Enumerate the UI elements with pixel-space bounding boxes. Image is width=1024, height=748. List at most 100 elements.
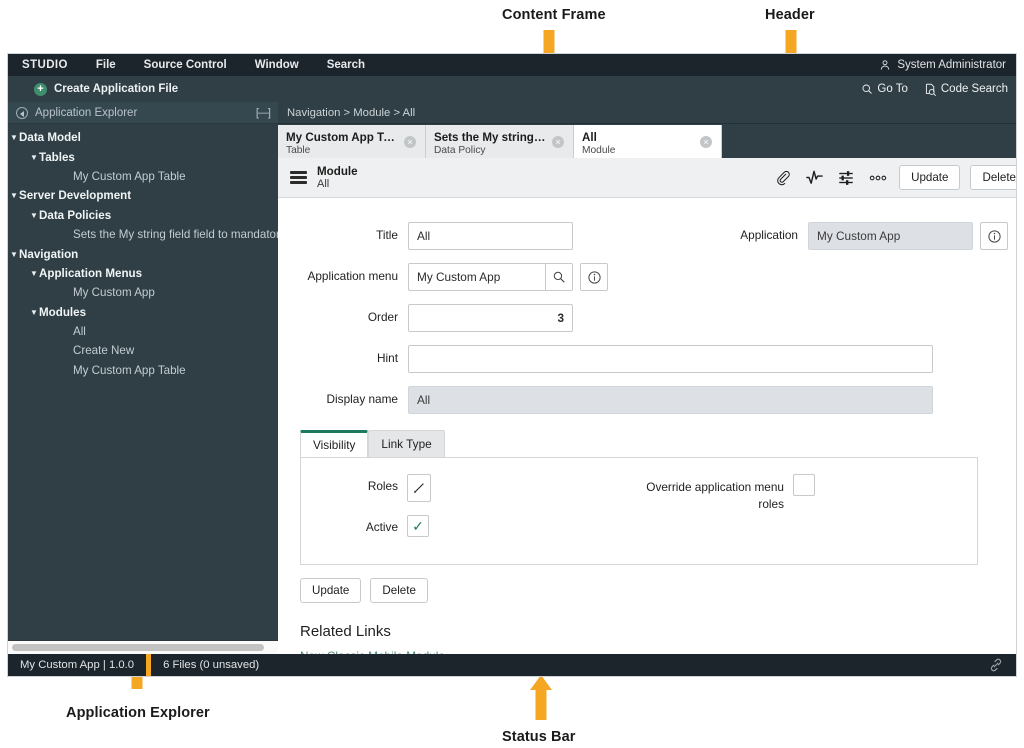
form-scroll-area: Title All Application My Custom App — [278, 198, 1016, 654]
application-explorer-panel: Application Explorer [—] ▼Data Model▼Tab… — [8, 102, 278, 654]
create-application-file-button[interactable]: + Create Application File — [8, 83, 178, 96]
hint-input[interactable] — [408, 345, 933, 373]
collapse-panel-button[interactable]: [—] — [256, 107, 270, 119]
breadcrumb: Navigation > Module > All — [278, 102, 1016, 124]
record-toolbar: Module All — [278, 158, 1016, 198]
editor-tab-my-custom-app-table[interactable]: My Custom App TableTable× — [278, 125, 426, 158]
menu-item-studio[interactable]: STUDIO — [8, 59, 82, 71]
editor-tab-all[interactable]: AllModule× — [574, 125, 722, 158]
update-button-toolbar[interactable]: Update — [899, 165, 960, 190]
chevron-down-icon[interactable]: ▼ — [30, 269, 39, 278]
chevron-down-icon[interactable]: ▼ — [30, 211, 39, 220]
tree-item-label: Application Menus — [39, 267, 142, 280]
plus-circle-icon: + — [34, 83, 47, 96]
section-tab-strip: VisibilityLink Type — [300, 430, 1008, 457]
order-input[interactable]: 3 — [408, 304, 573, 332]
display-name-field: All — [408, 386, 933, 414]
go-to-label: Go To — [877, 83, 907, 95]
hamburger-icon[interactable] — [290, 171, 307, 184]
menu-item-source-control[interactable]: Source Control — [130, 59, 241, 71]
label-display-name: Display name — [288, 386, 398, 406]
tree-item-navigation[interactable]: ▼Navigation — [8, 244, 278, 263]
pencil-icon[interactable] — [407, 474, 431, 502]
tree-item-label: Modules — [39, 306, 86, 319]
tree-item-label: My Custom App Table — [73, 364, 186, 377]
chevron-down-icon[interactable]: ▼ — [10, 250, 19, 259]
delete-button-form[interactable]: Delete — [370, 578, 428, 603]
tree-item-data-model[interactable]: ▼Data Model — [8, 128, 278, 147]
sliders-icon[interactable] — [835, 167, 857, 189]
code-search-icon — [924, 83, 937, 96]
label-override-application-menu-roles: Override application menu roles — [639, 474, 784, 513]
info-icon[interactable] — [980, 222, 1008, 250]
application-menu-input[interactable]: My Custom App — [408, 263, 545, 291]
tab-subtitle: Module — [582, 145, 713, 156]
application-explorer-title: Application Explorer — [35, 107, 249, 119]
update-button-form[interactable]: Update — [300, 578, 361, 603]
tree-item-my-custom-app[interactable]: My Custom App — [8, 283, 278, 302]
tree-item-data-policies[interactable]: ▼Data Policies — [8, 206, 278, 225]
annotation-label-content-frame: Content Frame — [502, 7, 606, 23]
menu-item-window[interactable]: Window — [241, 59, 313, 71]
more-horizontal-icon[interactable] — [867, 167, 889, 189]
tree-item-all[interactable]: All — [8, 322, 278, 341]
user-name: System Administrator — [897, 59, 1006, 71]
info-icon[interactable] — [580, 263, 608, 291]
tree-item-server-development[interactable]: ▼Server Development — [8, 186, 278, 205]
search-icon[interactable] — [545, 263, 573, 291]
delete-button-toolbar[interactable]: Delete — [970, 165, 1016, 190]
tree-item-modules[interactable]: ▼Modules — [8, 303, 278, 322]
tree-item-label: Tables — [39, 151, 75, 164]
studio-window: STUDIO File Source Control Window Search… — [8, 54, 1016, 676]
sidebar-horizontal-scrollbar[interactable] — [8, 640, 278, 654]
tree-item-tables[interactable]: ▼Tables — [8, 147, 278, 166]
application-menu-lookup[interactable]: My Custom App — [408, 263, 573, 291]
active-checkbox[interactable]: ✓ — [407, 515, 429, 537]
tree-item-my-custom-app-table[interactable]: My Custom App Table — [8, 167, 278, 186]
link-icon[interactable] — [988, 657, 1004, 673]
circle-left-arrow-icon[interactable] — [16, 107, 28, 119]
chevron-down-icon[interactable]: ▼ — [10, 191, 19, 200]
scrollbar-thumb[interactable] — [12, 644, 264, 651]
paperclip-icon[interactable] — [771, 167, 793, 189]
status-bar: My Custom App | 1.0.0 6 Files (0 unsaved… — [8, 654, 1016, 676]
section-tab-visibility[interactable]: Visibility — [300, 430, 368, 457]
annotation-label-application-explorer: Application Explorer — [66, 705, 210, 721]
label-application-menu: Application menu — [288, 263, 398, 283]
chevron-down-icon[interactable]: ▼ — [10, 133, 19, 142]
close-icon[interactable]: × — [700, 136, 712, 148]
tree-item-create-new[interactable]: Create New — [8, 341, 278, 360]
tree-item-label: All — [73, 325, 86, 338]
label-title: Title — [288, 222, 398, 242]
title-input[interactable]: All — [408, 222, 573, 250]
tree-item-my-custom-app-table[interactable]: My Custom App Table — [8, 361, 278, 380]
tab-strip: My Custom App TableTable×Sets the My str… — [278, 124, 1016, 158]
close-icon[interactable]: × — [404, 136, 416, 148]
tab-subtitle: Data Policy — [434, 145, 565, 156]
activity-icon[interactable] — [803, 167, 825, 189]
status-file-count: 6 Files (0 unsaved) — [151, 659, 271, 671]
code-search-button[interactable]: Code Search — [924, 83, 1008, 96]
editor-tab-sets-the-my-string-fi[interactable]: Sets the My string fi…Data Policy× — [426, 125, 574, 158]
code-search-label: Code Search — [941, 83, 1008, 95]
close-icon[interactable]: × — [552, 136, 564, 148]
menu-item-search[interactable]: Search — [313, 59, 379, 71]
user-icon — [879, 59, 891, 71]
tree-item-label: Data Policies — [39, 209, 111, 222]
menu-item-file[interactable]: File — [82, 59, 130, 71]
tree-item-application-menus[interactable]: ▼Application Menus — [8, 264, 278, 283]
chevron-down-icon[interactable]: ▼ — [30, 153, 39, 162]
section-tab-link-type[interactable]: Link Type — [368, 430, 444, 457]
label-application: Application — [688, 222, 798, 242]
chevron-down-icon[interactable]: ▼ — [30, 308, 39, 317]
tree-item-sets-the-my-string-field-field-to-mandat[interactable]: Sets the My string field field to mandat… — [8, 225, 278, 244]
tab-title: My Custom App Table — [286, 131, 398, 144]
annotation-label-status-bar: Status Bar — [502, 729, 576, 745]
record-title-block: Module All — [317, 165, 358, 191]
go-to-button[interactable]: Go To — [861, 83, 907, 95]
label-active: Active — [301, 515, 398, 534]
tree-item-label: Create New — [73, 344, 134, 357]
visibility-section: Roles Active ✓ — [300, 457, 978, 565]
override-roles-checkbox[interactable] — [793, 474, 815, 496]
user-menu[interactable]: System Administrator — [879, 54, 1006, 76]
